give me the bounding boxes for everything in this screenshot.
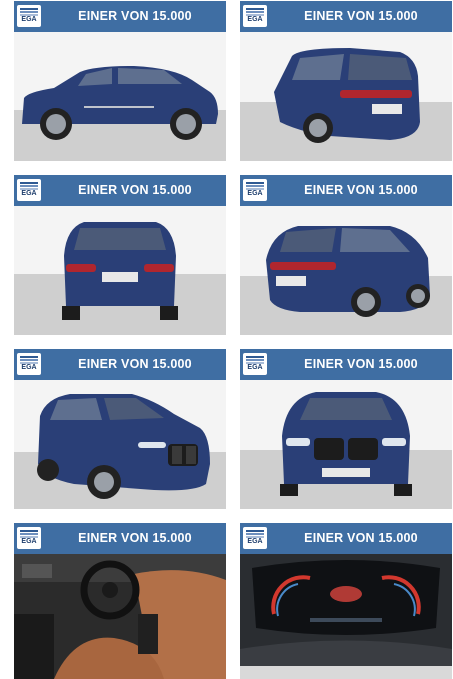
banner-title: EINER VON 15.000 xyxy=(304,183,418,197)
tile-banner: EGA EINER VON 15.000 xyxy=(240,1,452,32)
banner-title: EINER VON 15.000 xyxy=(304,357,418,371)
banner-title: EINER VON 15.000 xyxy=(78,183,192,197)
car-rear-three-quarter-right-photo xyxy=(240,206,452,335)
banner-title: EINER VON 15.000 xyxy=(304,9,418,23)
ega-logo: EGA xyxy=(17,179,41,201)
gallery-tile-7[interactable]: EGA EINER VON 15.000 xyxy=(14,523,226,679)
logo-text: EGA xyxy=(247,538,263,545)
car-rear-three-quarter-photo xyxy=(240,32,452,161)
tile-banner: EGA EINER VON 15.000 xyxy=(240,175,452,206)
gallery-tile-1[interactable]: EGA EINER VON 15.000 xyxy=(14,1,226,161)
logo-text: EGA xyxy=(21,190,37,197)
ega-logo: EGA xyxy=(17,527,41,549)
tile-banner: EGA EINER VON 15.000 xyxy=(14,1,226,32)
gallery-tile-4[interactable]: EGA EINER VON 15.000 xyxy=(240,175,452,335)
banner-title: EINER VON 15.000 xyxy=(78,357,192,371)
gallery-tile-6[interactable]: EGA EINER VON 15.000 xyxy=(240,349,452,509)
ega-logo: EGA xyxy=(17,353,41,375)
gallery-tile-2[interactable]: EGA EINER VON 15.000 xyxy=(240,1,452,161)
logo-text: EGA xyxy=(21,538,37,545)
logo-text: EGA xyxy=(247,364,263,371)
banner-title: EINER VON 15.000 xyxy=(304,531,418,545)
car-front-view-photo xyxy=(240,380,452,509)
tile-banner: EGA EINER VON 15.000 xyxy=(14,349,226,380)
tile-banner: EGA EINER VON 15.000 xyxy=(240,349,452,380)
ega-logo: EGA xyxy=(243,527,267,549)
logo-text: EGA xyxy=(21,16,37,23)
tile-banner: EGA EINER VON 15.000 xyxy=(14,175,226,206)
banner-title: EINER VON 15.000 xyxy=(78,531,192,545)
car-interior-cockpit-photo xyxy=(14,554,226,679)
ega-logo: EGA xyxy=(243,353,267,375)
ega-logo: EGA xyxy=(243,5,267,27)
car-rear-view-photo xyxy=(14,206,226,335)
car-side-view-photo xyxy=(14,32,226,161)
gallery-tile-5[interactable]: EGA EINER VON 15.000 xyxy=(14,349,226,509)
tile-banner: EGA EINER VON 15.000 xyxy=(240,523,452,554)
banner-title: EINER VON 15.000 xyxy=(78,9,192,23)
logo-text: EGA xyxy=(21,364,37,371)
tile-banner: EGA EINER VON 15.000 xyxy=(14,523,226,554)
logo-text: EGA xyxy=(247,190,263,197)
gallery-tile-3[interactable]: EGA EINER VON 15.000 xyxy=(14,175,226,335)
ega-logo: EGA xyxy=(243,179,267,201)
ega-logo: EGA xyxy=(17,5,41,27)
gallery-tile-8[interactable]: EGA EINER VON 15.000 xyxy=(240,523,452,679)
car-front-three-quarter-photo xyxy=(14,380,226,509)
vehicle-image-gallery: EGA EINER VON 15.000 EGA EINER VON 15.00… xyxy=(0,0,453,679)
logo-text: EGA xyxy=(247,16,263,23)
instrument-cluster-photo xyxy=(240,554,452,679)
